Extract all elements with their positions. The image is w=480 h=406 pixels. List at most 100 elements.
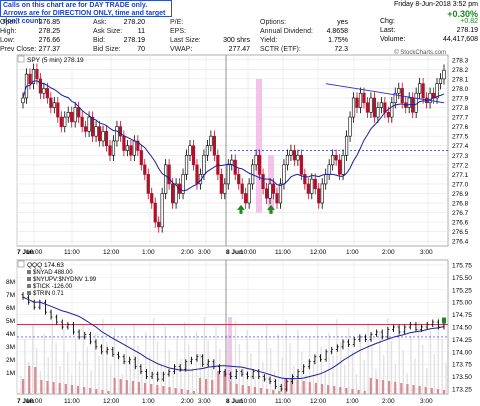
volume-bar <box>89 388 92 394</box>
volume-bar <box>162 386 165 394</box>
volume-bar <box>369 378 372 394</box>
volume-bar <box>46 381 49 394</box>
volume-bar <box>333 386 336 394</box>
qqq-xtick-label: 11:00 <box>275 398 291 405</box>
volume-bar <box>266 389 269 394</box>
last-value-marker <box>442 317 446 324</box>
price-ytick-label: 277.4 <box>452 143 469 150</box>
candle-body <box>237 174 241 185</box>
candle-body <box>73 107 77 123</box>
price-xtick-label: 11:00 <box>275 249 291 256</box>
volume-bar <box>302 381 305 394</box>
volume-bar <box>424 387 427 394</box>
price-xtick-label: 1:00 <box>142 249 155 256</box>
price-ytick-label: 277.3 <box>452 153 469 160</box>
volume-bar <box>76 386 80 394</box>
candle-body <box>49 97 53 108</box>
candle-body <box>195 164 199 185</box>
qqq-panel-title: QQQ 174.63 <box>27 262 64 269</box>
price-ytick-label: 277.1 <box>452 172 469 179</box>
volume-bar <box>22 379 25 394</box>
candle-body <box>146 174 150 194</box>
volume-axis-label: 3M <box>6 344 15 351</box>
volume-bar <box>442 390 446 394</box>
qqq-xtick-label: 2:00 <box>181 398 194 405</box>
price-ytick-label: 277.8 <box>452 105 469 112</box>
price-xtick-label: 2:00 <box>382 249 395 256</box>
candle-body <box>414 92 418 113</box>
candle-body <box>261 174 265 189</box>
volume-bar <box>375 379 378 394</box>
qqq-xtick-label: 2:00 <box>382 398 395 405</box>
candle-body <box>202 154 206 175</box>
qqq-legend-entry: $TRIN 0.71 <box>33 291 64 297</box>
candle-body <box>428 92 432 104</box>
price-xtick-label: 3:00 <box>420 249 433 256</box>
candle-body <box>84 126 88 132</box>
volume-bar <box>186 390 189 394</box>
candle-body <box>52 102 56 108</box>
candle-body <box>90 116 95 137</box>
chart-canvas: 278.3 278.2 278.1 278.0 277.9 277.8 277.7 277.6… <box>6 49 472 405</box>
price-ytick-label: 278.2 <box>452 67 469 74</box>
qqq-xtick-label: 12:00 <box>310 398 327 405</box>
qqq-xtick-label: 10:00 <box>240 398 257 405</box>
candle-body <box>115 126 119 142</box>
candle-body <box>299 154 303 175</box>
volume-bar <box>28 366 31 394</box>
qqq-xtick-label: 3:00 <box>420 398 433 405</box>
price-xtick-label: 11:00 <box>64 249 80 256</box>
price-ytick-label: 276.5 <box>452 229 469 236</box>
candle-body <box>219 174 223 194</box>
volume-bar <box>253 387 256 394</box>
candle-body <box>421 83 425 99</box>
candle-body <box>355 97 359 108</box>
volume-bar <box>430 388 433 394</box>
candle-body <box>247 183 251 204</box>
volume-bar <box>241 385 244 394</box>
volume-bar <box>137 382 141 394</box>
volume-bar <box>235 384 238 394</box>
volume-axis-label: 8M <box>6 279 15 286</box>
volume-bar <box>107 391 110 394</box>
candle-body <box>344 135 349 156</box>
candle-body <box>296 154 300 161</box>
candle-body <box>379 102 383 108</box>
volume-bar <box>357 390 360 394</box>
price-ytick-label: 276.9 <box>452 191 469 198</box>
candle-body <box>139 150 143 166</box>
candle-body <box>341 154 345 175</box>
candle-body <box>223 183 227 194</box>
volume-bar <box>156 385 159 394</box>
candle-body <box>285 154 290 166</box>
candle-body <box>386 112 390 118</box>
candle-body <box>397 88 401 94</box>
volume-bar <box>101 390 104 394</box>
volume-bar <box>406 384 409 394</box>
volume-bar <box>272 390 275 394</box>
candle-body <box>63 116 67 127</box>
candle-body <box>191 145 196 166</box>
volume-bar <box>40 380 43 394</box>
candle-body <box>45 88 49 99</box>
volume-bar <box>95 389 98 394</box>
volume-bar <box>125 380 128 394</box>
volume-bar <box>168 387 171 394</box>
volume-bar <box>418 386 421 394</box>
volume-bar <box>388 381 391 394</box>
candle-body <box>275 193 279 204</box>
qqq-xtick-label: 1:00 <box>346 398 359 405</box>
volume-bar <box>150 384 153 394</box>
candle-body <box>306 183 310 194</box>
volume-bar <box>34 367 37 394</box>
price-ytick-label: 277.0 <box>452 181 469 188</box>
candle-body <box>264 188 269 199</box>
candle-body <box>70 112 74 123</box>
candle-body <box>383 102 387 113</box>
qqq-ytick-label: 174.00 <box>452 349 472 356</box>
watermark: © StockCharts.com <box>394 49 446 56</box>
candle-body <box>205 145 210 156</box>
volume-bar <box>211 380 214 394</box>
volume-axis-label: 5M <box>6 318 15 325</box>
candle-body <box>171 183 175 204</box>
